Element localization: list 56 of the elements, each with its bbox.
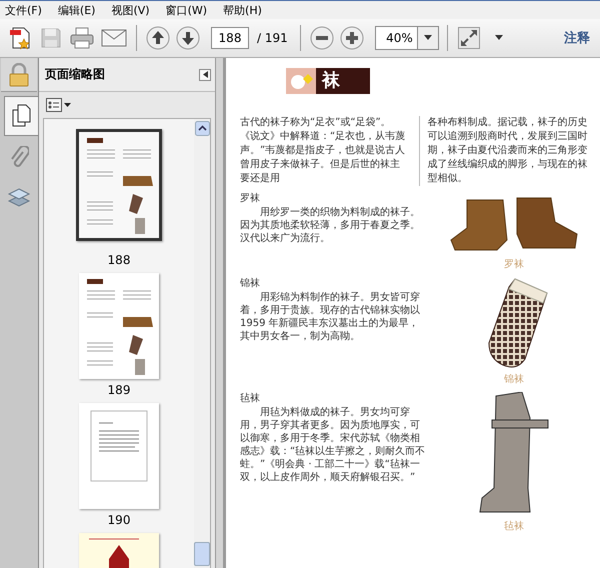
- layers-icon: [7, 187, 31, 209]
- paragraph: 各种布料制成。据记载，袜子的历史可以追溯到殷商时代，发展到三国时期，袜子由夏代沿袭而来的三角形变成了丝线编织成的脚形，与现在的袜型相似。: [418, 116, 596, 186]
- list-icon: [46, 98, 62, 112]
- toolbar-button[interactable]: [456, 24, 482, 52]
- page-number: 188: [108, 253, 130, 267]
- image-caption: 毡袜: [504, 520, 524, 533]
- page-count: / 191: [257, 31, 288, 45]
- sidebar-tab[interactable]: [4, 96, 38, 136]
- padlock-icon: [9, 62, 29, 86]
- options-button[interactable]: [45, 97, 72, 113]
- paragraph: 古代的袜子称为“足衣”或“足袋”。《说文》中解释道：“足衣也，从韦蔑声。”韦蔑都是指皮子，也就是说古人曾用皮子来做袜子。但是后世的袜主要还是用: [240, 116, 406, 186]
- image-caption: 锦袜: [504, 372, 524, 386]
- menu-item[interactable]: 编辑(E): [56, 2, 96, 18]
- page-number: 190: [108, 513, 130, 527]
- diagonal-arrows-icon: [458, 27, 480, 49]
- envelope-icon: [101, 29, 127, 47]
- ornament-drawing: [286, 68, 316, 94]
- section-heading: 毡袜: [240, 392, 261, 406]
- zoom-field[interactable]: 40%: [374, 26, 417, 50]
- paperclip-icon: [9, 146, 29, 170]
- page-thumbnail[interactable]: [76, 129, 162, 241]
- caret-icon: [64, 103, 71, 107]
- scroll-thumb[interactable]: [194, 542, 210, 566]
- section-heading: 锦袜: [240, 277, 261, 291]
- page-thumbnail[interactable]: [79, 533, 159, 568]
- section-title: 袜: [316, 68, 370, 94]
- caret-icon: [494, 35, 504, 41]
- toolbar-button[interactable]: [308, 24, 335, 52]
- toolbar-button[interactable]: [338, 24, 365, 52]
- menu-item[interactable]: 窗口(W): [164, 2, 208, 18]
- pages-icon: [12, 104, 32, 128]
- image-caption: 罗袜: [504, 258, 524, 271]
- page-thumbnail[interactable]: [79, 273, 159, 379]
- panel-title: 页面缩略图: [45, 66, 105, 83]
- caret-icon: [422, 35, 433, 41]
- menu-item[interactable]: 文件(F): [4, 2, 43, 18]
- comment-button[interactable]: 注释: [562, 27, 592, 49]
- plus-icon: [340, 26, 364, 50]
- page-thumbnail[interactable]: [79, 403, 159, 509]
- scrollbar[interactable]: [194, 119, 210, 568]
- left-triangle-icon: [202, 71, 208, 78]
- paragraph: 用毡为料做成的袜子。男女均可穿用，男子穿其者更多。因为质地厚实，可以御寒，多用于冬季。宋代苏轼《物类相感志》载：“毡袜以生芋擦之，则耐久而不蛀。”《明会典 · 工部二十一》载“毡袜一双，以上皮作周外，顺天府解银召买。”: [240, 406, 426, 484]
- menu-item[interactable]: 视图(V): [110, 2, 151, 18]
- paragraph: 用彩锦为料制作的袜子。男女皆可穿着，多用于贵族。现存的古代锦袜实物以 1959 年新疆民丰东汉墓出土的为最早，其中男女各一，制为高靿。: [240, 291, 421, 343]
- printer-icon: [69, 27, 95, 49]
- minus-icon: [310, 26, 334, 50]
- dropdown-button[interactable]: [416, 26, 439, 50]
- page-number: 189: [108, 383, 130, 397]
- up-chevron-icon: [194, 121, 210, 136]
- toolbar-button[interactable]: [145, 24, 171, 52]
- collapse-button[interactable]: [199, 68, 211, 80]
- paragraph: 用纱罗一类的织物为料制成的袜子。因为其质地柔软轻薄，多用于春夏之季。汉代以来广为流行。: [240, 206, 421, 245]
- menu-item[interactable]: 帮助(H): [222, 2, 263, 18]
- toolbar-button[interactable]: [175, 24, 201, 52]
- page-number-field[interactable]: 188: [211, 27, 249, 49]
- section-heading: 罗袜: [240, 192, 261, 206]
